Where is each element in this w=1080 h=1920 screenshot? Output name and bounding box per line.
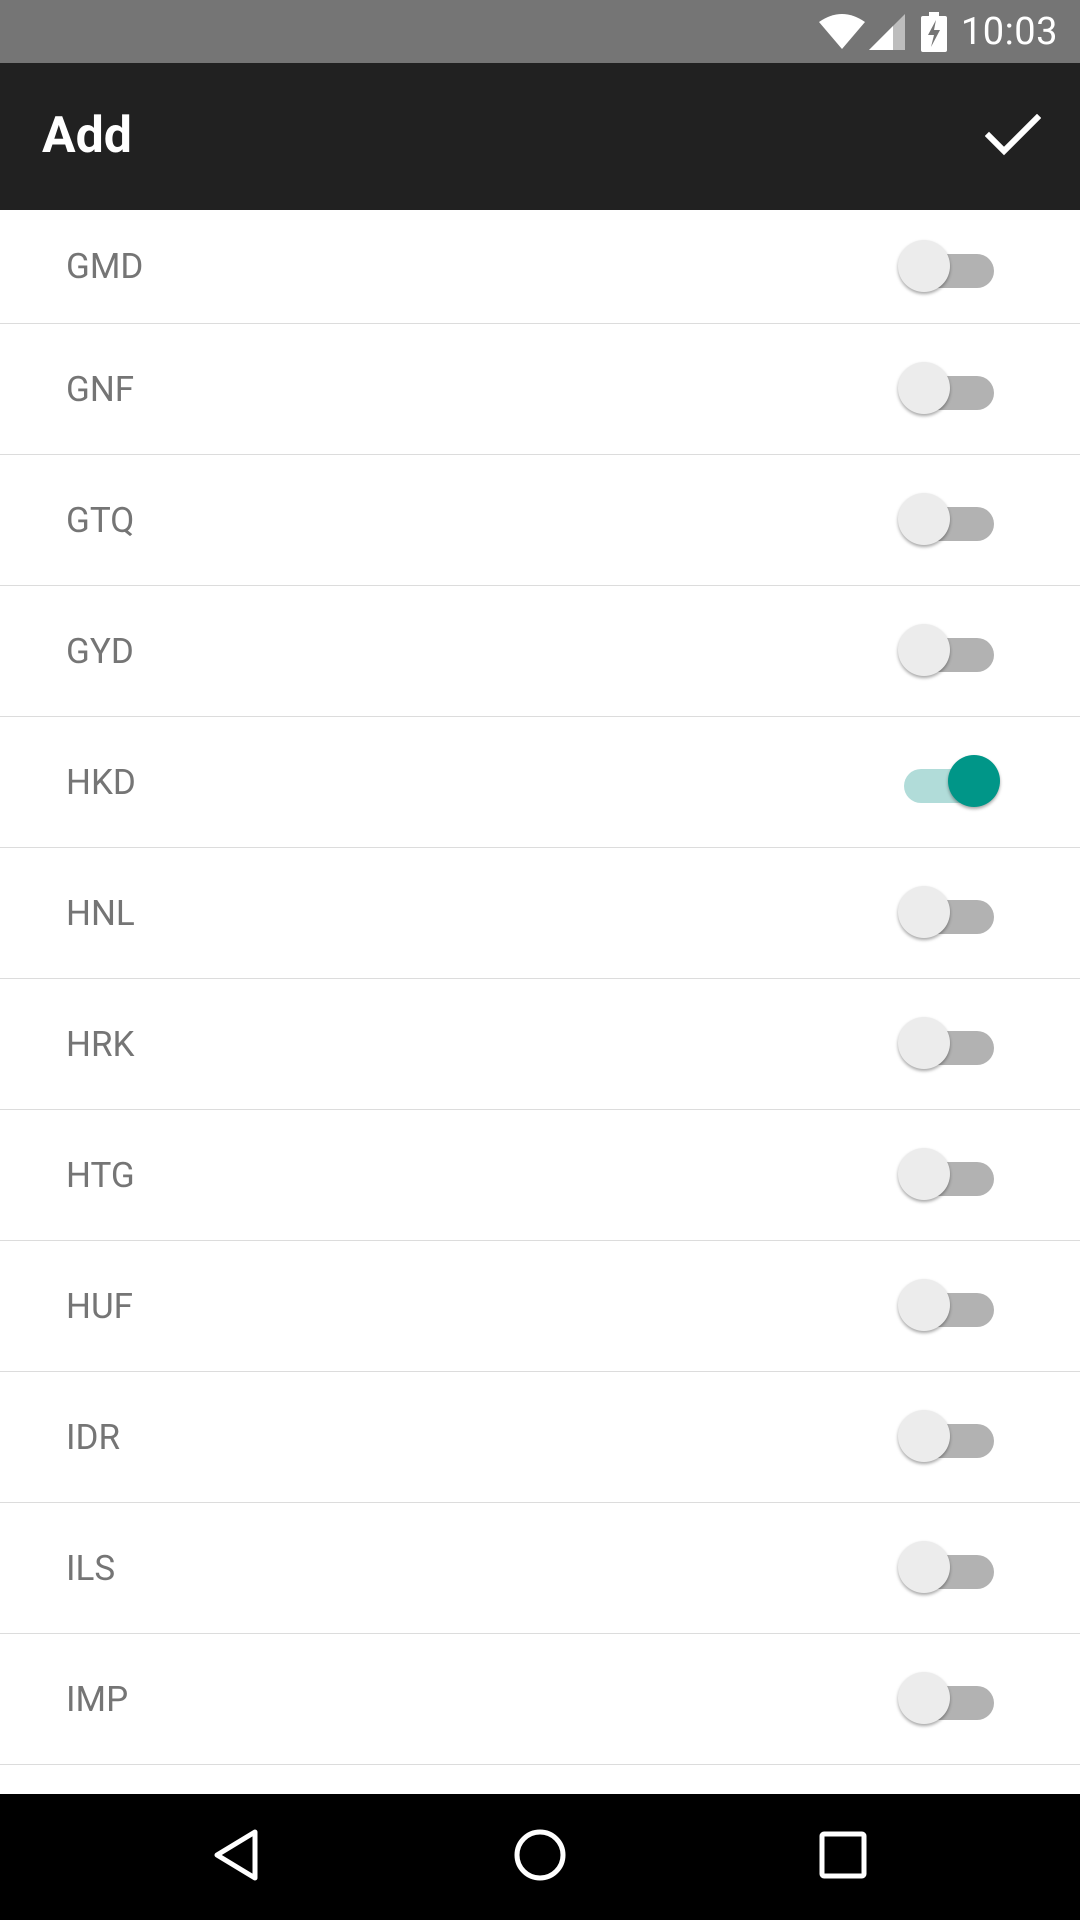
confirm-button[interactable] — [968, 93, 1058, 183]
recents-icon — [818, 1830, 868, 1884]
switch-thumb — [898, 1672, 950, 1724]
status-bar: 10:03 — [0, 0, 1080, 63]
switch-thumb — [898, 362, 950, 414]
currency-code-label: GTQ — [66, 499, 135, 541]
list-item-ils[interactable]: ILS — [0, 1503, 1080, 1634]
switch-thumb — [898, 624, 950, 676]
switch-thumb — [898, 239, 950, 292]
wifi-icon — [818, 13, 865, 50]
toggle-switch-hnl[interactable] — [898, 886, 998, 940]
back-icon — [211, 1828, 261, 1886]
currency-code-label: GYD — [66, 630, 134, 672]
currency-code-label: HUF — [66, 1285, 134, 1327]
currency-code-label: ILS — [66, 1547, 116, 1589]
toggle-switch-gmd[interactable] — [898, 239, 998, 294]
toggle-switch-gnf[interactable] — [898, 362, 998, 416]
list-item-imp[interactable]: IMP — [0, 1634, 1080, 1765]
toggle-switch-huf[interactable] — [898, 1279, 998, 1333]
currency-code-label: GMD — [66, 246, 144, 287]
recents-button[interactable] — [803, 1817, 883, 1897]
currency-list: GMD GNF GTQ GYD HKD HNL HRK HTG HUF IDR ILS IMP — [0, 210, 1080, 1794]
currency-code-label: HRK — [66, 1023, 135, 1065]
toggle-switch-hkd[interactable] — [898, 755, 1000, 809]
currency-code-label: GNF — [66, 368, 135, 410]
check-icon — [984, 113, 1042, 162]
toggle-switch-hrk[interactable] — [898, 1017, 998, 1071]
switch-thumb — [948, 755, 1000, 807]
currency-code-label: IMP — [66, 1678, 129, 1720]
app-bar: Add — [0, 63, 1080, 210]
battery-charging-icon — [920, 11, 947, 52]
list-item-idr[interactable]: IDR — [0, 1372, 1080, 1503]
list-item-hrk[interactable]: HRK — [0, 979, 1080, 1110]
list-item-gtq[interactable]: GTQ — [0, 455, 1080, 586]
navigation-bar — [0, 1794, 1080, 1920]
toggle-switch-htg[interactable] — [898, 1148, 998, 1202]
switch-thumb — [898, 886, 950, 938]
toggle-switch-gyd[interactable] — [898, 624, 998, 678]
switch-thumb — [898, 493, 950, 545]
back-button[interactable] — [196, 1817, 276, 1897]
switch-thumb — [898, 1148, 950, 1200]
switch-thumb — [898, 1541, 950, 1593]
toggle-switch-imp[interactable] — [898, 1672, 998, 1726]
list-item-gmd[interactable]: GMD — [0, 210, 1080, 324]
home-icon — [513, 1828, 567, 1886]
page-title: Add — [42, 107, 132, 165]
home-button[interactable] — [500, 1817, 580, 1897]
list-item-huf[interactable]: HUF — [0, 1241, 1080, 1372]
cell-signal-icon — [868, 13, 905, 50]
currency-code-label: HNL — [66, 892, 135, 934]
list-item-htg[interactable]: HTG — [0, 1110, 1080, 1241]
list-item-hkd[interactable]: HKD — [0, 717, 1080, 848]
currency-code-label: HTG — [66, 1154, 135, 1196]
switch-thumb — [898, 1279, 950, 1331]
currency-code-label: HKD — [66, 761, 136, 803]
list-item-hnl[interactable]: HNL — [0, 848, 1080, 979]
switch-thumb — [898, 1410, 950, 1462]
toggle-switch-ils[interactable] — [898, 1541, 998, 1595]
list-item-gyd[interactable]: GYD — [0, 586, 1080, 717]
toggle-switch-gtq[interactable] — [898, 493, 998, 547]
status-icons: 10:03 — [818, 0, 1058, 63]
status-time: 10:03 — [960, 9, 1058, 54]
switch-thumb — [898, 1017, 950, 1069]
toggle-switch-idr[interactable] — [898, 1410, 998, 1464]
currency-code-label: IDR — [66, 1416, 121, 1458]
list-item-gnf[interactable]: GNF — [0, 324, 1080, 455]
